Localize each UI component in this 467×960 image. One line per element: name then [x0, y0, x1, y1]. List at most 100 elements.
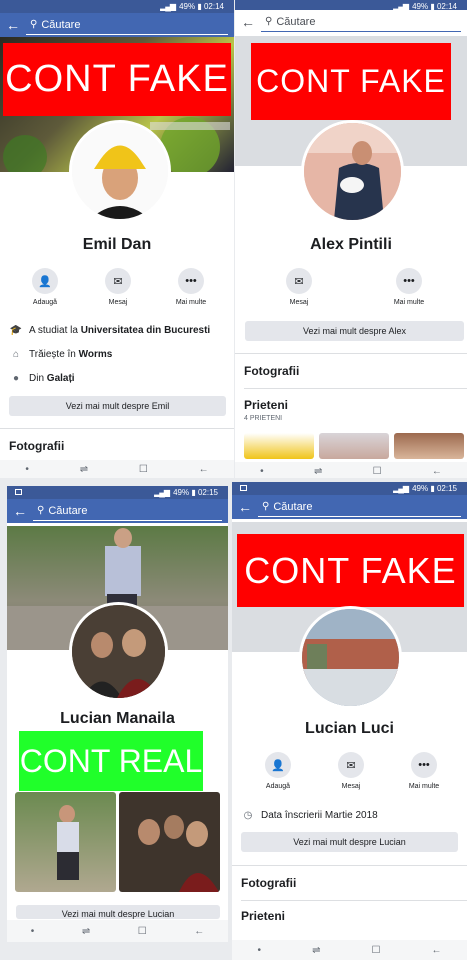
profile-picture[interactable]	[69, 120, 171, 222]
from-place[interactable]: Galați	[47, 373, 75, 384]
nav-dot-icon[interactable]: •	[258, 945, 262, 956]
more-icon: •••	[396, 268, 422, 294]
fake-account-label: CONT FAKE	[251, 43, 451, 120]
more-icon: •••	[411, 752, 437, 778]
info-joined: ◷ Data înscrierii Martie 2018	[241, 810, 378, 821]
friend-thumbnail[interactable]	[394, 433, 464, 459]
profile-picture[interactable]	[299, 606, 402, 709]
more-button[interactable]: ••• Mai multe	[379, 268, 439, 306]
see-more-about-button[interactable]: Vezi mai mult despre Emil	[9, 396, 226, 416]
more-label: Mai multe	[408, 783, 440, 790]
home-square-icon[interactable]: ☐	[371, 945, 380, 956]
signal-icon: ▂▄▆	[160, 2, 176, 11]
back-nav-icon[interactable]: ←	[431, 945, 441, 956]
search-placeholder: Căutare	[41, 18, 81, 31]
profile-name: Lucian Luci	[305, 720, 394, 737]
divider	[0, 428, 234, 429]
location-icon: ●	[12, 373, 20, 384]
avatar-image	[302, 609, 399, 706]
info-from: ● Din Galați	[9, 373, 75, 384]
more-label: Mai multe	[393, 299, 425, 306]
status-bar: ▂▄▆ 49% ▮ 02:14	[0, 0, 234, 13]
search-placeholder: Căutare	[273, 500, 313, 513]
search-icon: ⚲	[262, 501, 270, 512]
friend-thumbnail[interactable]	[244, 433, 314, 459]
profile-picture[interactable]	[69, 602, 168, 701]
divider	[241, 900, 467, 901]
info-lives: ⌂ Trăiește în Worms	[9, 349, 112, 360]
search-bar: ← ⚲ Căutare	[0, 13, 234, 37]
recent-apps-icon[interactable]: ⇌	[80, 464, 88, 475]
add-friend-icon: 👤	[32, 268, 58, 294]
search-icon: ⚲	[37, 505, 45, 516]
message-button[interactable]: ✉ Mesaj	[269, 268, 329, 306]
message-button[interactable]: ✉ Mesaj	[321, 752, 381, 790]
nav-dot-icon[interactable]: •	[260, 466, 264, 477]
image-notification-icon	[15, 489, 22, 495]
add-friend-button[interactable]: 👤 Adaugă	[15, 268, 75, 306]
see-more-about-button[interactable]: Vezi mai mult despre Alex	[245, 321, 464, 341]
recent-apps-icon[interactable]: ⇌	[82, 926, 90, 937]
lives-place[interactable]: Worms	[79, 349, 113, 360]
real-account-label: CONT REAL	[19, 731, 203, 791]
profile-picture[interactable]	[301, 120, 404, 223]
fake-account-label: CONT FAKE	[237, 534, 464, 607]
back-arrow-icon[interactable]: ←	[0, 17, 26, 33]
friends-heading[interactable]: Prieteni	[244, 398, 288, 412]
message-label: Mesaj	[341, 783, 361, 790]
photo-thumbnail[interactable]	[15, 792, 116, 892]
joined-text: Data înscrierii Martie 2018	[261, 810, 378, 821]
avatar-image	[72, 605, 165, 698]
message-button[interactable]: ✉ Mesaj	[88, 268, 148, 306]
back-arrow-icon[interactable]: ←	[7, 503, 33, 519]
friends-heading[interactable]: Prieteni	[241, 909, 285, 923]
nav-dot-icon[interactable]: •	[31, 926, 35, 937]
back-arrow-icon[interactable]: ←	[232, 499, 258, 515]
more-button[interactable]: ••• Mai multe	[394, 752, 454, 790]
search-input[interactable]: ⚲ Căutare	[261, 13, 461, 32]
android-nav-bar: • ⇌ ☐ ←	[232, 940, 467, 960]
from-prefix: Din	[29, 373, 45, 384]
more-icon: •••	[178, 268, 204, 294]
divider	[235, 353, 467, 354]
home-square-icon[interactable]: ☐	[373, 466, 382, 477]
signal-icon: ▂▄▆	[393, 484, 409, 493]
add-friend-label: Adaugă	[32, 299, 58, 306]
friend-thumbnail[interactable]	[319, 433, 389, 459]
home-square-icon[interactable]: ☐	[139, 464, 148, 475]
add-friend-icon: 👤	[265, 752, 291, 778]
image-notification-icon	[240, 485, 247, 491]
search-input[interactable]: ⚲ Căutare	[26, 16, 228, 35]
photos-heading[interactable]: Fotografii	[241, 876, 296, 890]
back-nav-icon[interactable]: ←	[194, 926, 204, 937]
photos-heading[interactable]: Fotografii	[9, 439, 64, 453]
back-nav-icon[interactable]: ←	[432, 466, 442, 477]
photos-heading[interactable]: Fotografii	[244, 364, 299, 378]
nav-dot-icon[interactable]: •	[25, 464, 29, 475]
profile-panel-alex-pintili: ▂▄▆ 49% ▮ 02:14 ← ⚲ Căutare CONT FAKE Ale…	[235, 0, 467, 478]
clock: 02:14	[203, 2, 224, 11]
messenger-icon: ✉	[286, 268, 312, 294]
clock-icon: ◷	[243, 810, 253, 821]
photo-thumbnail[interactable]	[119, 792, 220, 892]
home-square-icon[interactable]: ☐	[138, 926, 147, 937]
avatar-image	[304, 123, 401, 220]
back-nav-icon[interactable]: ←	[199, 464, 209, 475]
search-bar: ← ⚲ Căutare	[7, 499, 228, 523]
search-input[interactable]: ⚲ Căutare	[258, 498, 461, 517]
divider	[244, 388, 467, 389]
studied-place[interactable]: Universitatea din Bucuresti	[81, 325, 210, 336]
messenger-icon: ✉	[105, 268, 131, 294]
add-friend-button[interactable]: 👤 Adaugă	[248, 752, 308, 790]
see-more-about-button[interactable]: Vezi mai mult despre Lucian	[16, 905, 220, 919]
back-arrow-icon[interactable]: ←	[235, 14, 261, 30]
clock: 02:15	[197, 488, 218, 497]
recent-apps-icon[interactable]: ⇌	[314, 466, 322, 477]
more-button[interactable]: ••• Mai multe	[161, 268, 221, 306]
android-nav-bar: • ⇌ ☐ ←	[7, 920, 228, 942]
search-input[interactable]: ⚲ Căutare	[33, 502, 222, 521]
status-bar: ▂▄▆ 49% ▮ 02:15	[232, 482, 467, 495]
see-more-about-button[interactable]: Vezi mai mult despre Lucian	[241, 832, 458, 852]
status-bar: ▂▄▆ 49% ▮ 02:15	[7, 486, 228, 499]
recent-apps-icon[interactable]: ⇌	[312, 945, 320, 956]
